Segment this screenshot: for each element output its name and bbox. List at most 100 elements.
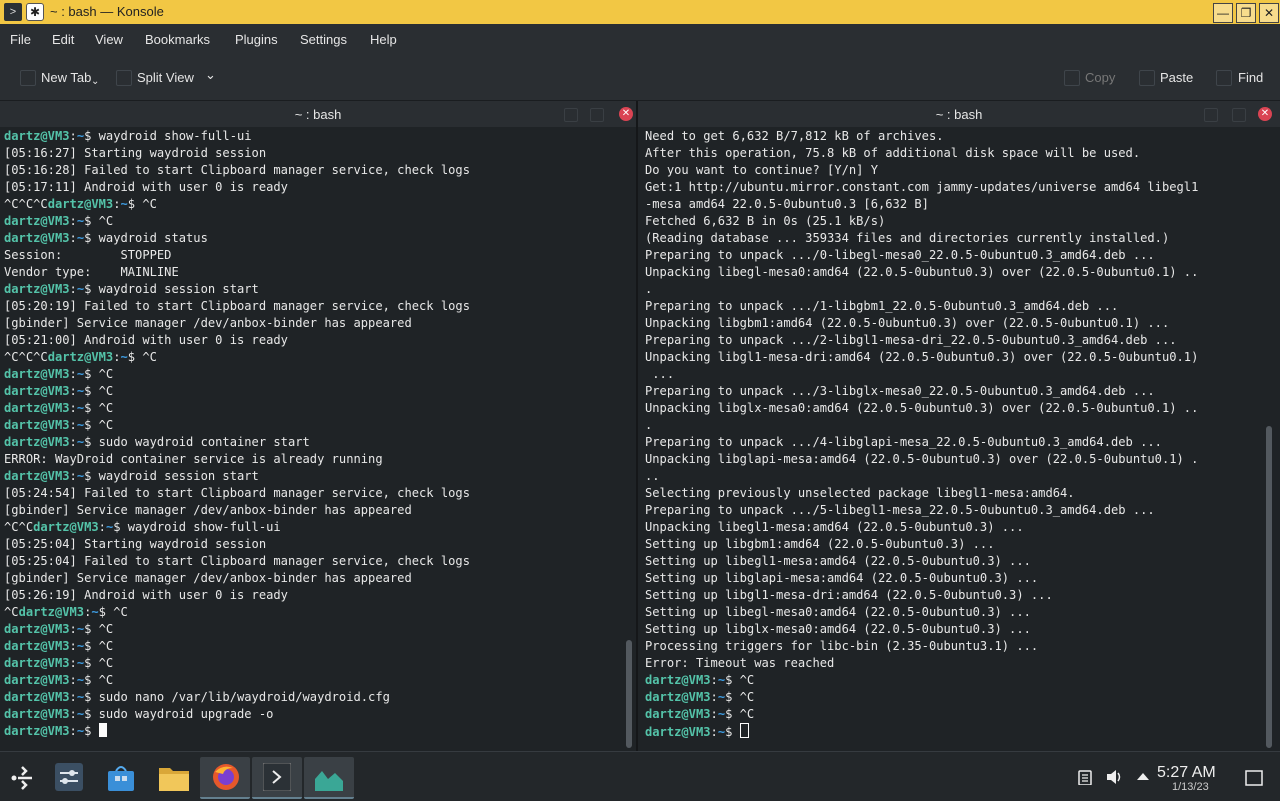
prompt-user: dartz@VM3 xyxy=(4,469,70,483)
split-view-button[interactable]: Split View xyxy=(137,70,194,85)
prompt-path: ~ xyxy=(91,605,99,619)
left-scrollbar[interactable] xyxy=(626,640,632,748)
firefox-task[interactable] xyxy=(200,757,250,799)
terminal-line: Get:1 http://ubuntu.mirror.constant.com … xyxy=(645,180,1199,194)
prompt-user: dartz@VM3 xyxy=(4,129,70,143)
settings-icon xyxy=(55,763,83,791)
terminal-line: -mesa amd64 22.0.5-0ubuntu0.3 [6,632 B] xyxy=(645,197,929,211)
prompt-user: dartz@VM3 xyxy=(4,401,70,415)
terminal-line: dartz@VM3:~$ xyxy=(4,723,470,740)
left-pane-close-icon[interactable]: ✕ xyxy=(619,107,633,121)
left-terminal[interactable]: dartz@VM3:~$ waydroid show-full-ui [05:16… xyxy=(0,128,636,750)
maximize-icon[interactable]: ❐ xyxy=(1236,3,1256,23)
prompt-path: ~ xyxy=(76,384,85,398)
prompt-user: dartz@VM3 xyxy=(4,724,70,738)
prompt-path: ~ xyxy=(76,129,85,143)
terminal-line: ^Cdartz@VM3:~$ ^C xyxy=(4,605,128,619)
prompt-path: ~ xyxy=(76,367,85,381)
prompt-path: ~ xyxy=(76,656,85,670)
prompt-user: dartz@VM3 xyxy=(4,367,70,381)
terminal-line: [05:26:19] Android with user 0 is ready xyxy=(4,588,288,602)
terminal-line: dartz@VM3:~$ ^C xyxy=(4,656,114,670)
menu-edit[interactable]: Edit xyxy=(52,32,74,47)
terminal-line: Fetched 6,632 B in 0s (25.1 kB/s) xyxy=(645,214,886,228)
app-launcher-icon[interactable] xyxy=(8,764,36,792)
terminal-line: dartz@VM3:~$ sudo waydroid container sta… xyxy=(4,435,310,449)
terminal-line: Setting up libegl-mesa0:amd64 (22.0.5-0u… xyxy=(645,605,1031,619)
chevron-down-icon[interactable]: ⌄ xyxy=(205,67,216,83)
prompt-path: ~ xyxy=(120,197,128,211)
clock-time[interactable]: 5:27 AM xyxy=(1157,764,1216,782)
terminal-line: dartz@VM3:~$ xyxy=(645,723,1198,741)
right-scrollbar[interactable] xyxy=(1266,426,1272,748)
prompt-user: dartz@VM3 xyxy=(4,707,70,721)
paste-button[interactable]: Paste xyxy=(1160,70,1193,85)
clock-date[interactable]: 1/13/23 xyxy=(1172,781,1209,793)
menu-view[interactable]: View xyxy=(95,32,123,47)
right-pane-close-icon[interactable]: ✕ xyxy=(1258,107,1272,121)
pin-icon[interactable]: ✱ xyxy=(26,3,44,21)
left-pane-title: ~ : bash xyxy=(294,107,342,122)
prompt-path: ~ xyxy=(76,622,85,636)
prompt-path: ~ xyxy=(76,690,85,704)
prompt-path: ~ xyxy=(76,418,85,432)
prompt-user: dartz@VM3 xyxy=(47,350,114,364)
prompt-user: dartz@VM3 xyxy=(4,384,70,398)
system-monitor-task[interactable] xyxy=(304,757,354,799)
menu-bookmarks[interactable]: Bookmarks xyxy=(145,32,210,47)
window-title: ~ : bash — Konsole xyxy=(50,4,164,19)
terminal-line: Preparing to unpack .../1-libgbm1_22.0.5… xyxy=(645,299,1119,313)
terminal-line: Preparing to unpack .../2-libgl1-mesa-dr… xyxy=(645,333,1177,347)
prompt-path: ~ xyxy=(76,724,85,738)
discover-icon xyxy=(108,766,134,791)
menu-help[interactable]: Help xyxy=(370,32,397,47)
terminal-line: dartz@VM3:~$ ^C xyxy=(645,673,755,687)
konsole-task-icon xyxy=(263,763,291,791)
prompt-path: ~ xyxy=(76,469,85,483)
minimize-icon[interactable]: — xyxy=(1213,3,1233,23)
right-pane-action-icon[interactable] xyxy=(1204,108,1218,122)
find-button[interactable]: Find xyxy=(1238,70,1263,85)
prompt-user: dartz@VM3 xyxy=(4,282,70,296)
prompt-path: ~ xyxy=(717,673,726,687)
terminal-line: dartz@VM3:~$ ^C xyxy=(4,384,114,398)
konsole-task[interactable] xyxy=(252,757,302,799)
menu-settings[interactable]: Settings xyxy=(300,32,347,47)
copy-button[interactable]: Copy xyxy=(1085,70,1115,85)
konsole-icon[interactable]: > xyxy=(4,3,22,21)
right-pane-title: ~ : bash xyxy=(935,107,983,122)
terminal-line: [gbinder] Service manager /dev/anbox-bin… xyxy=(4,503,412,517)
terminal-line: . xyxy=(645,418,653,432)
files-task[interactable] xyxy=(148,757,198,797)
menu-plugins[interactable]: Plugins xyxy=(235,32,278,47)
title-bar: > ✱ ~ : bash — Konsole — ❐ ✕ xyxy=(0,0,1280,24)
terminal-line: [gbinder] Service manager /dev/anbox-bin… xyxy=(4,316,412,330)
menu-file[interactable]: File xyxy=(10,32,31,47)
volume-icon[interactable] xyxy=(1106,769,1124,785)
text-cursor xyxy=(98,723,107,737)
tray-expand-icon[interactable] xyxy=(1137,772,1149,780)
prompt-user: dartz@VM3 xyxy=(4,656,70,670)
clipboard-icon[interactable] xyxy=(1078,769,1092,785)
terminal-line: Do you want to continue? [Y/n] Y xyxy=(645,163,878,177)
right-terminal[interactable]: Need to get 6,632 B/7,812 kB of archives… xyxy=(638,128,1280,750)
right-pane-action-icon[interactable] xyxy=(1232,108,1246,122)
discover-task[interactable] xyxy=(96,757,146,797)
left-pane-action-icon[interactable] xyxy=(590,108,604,122)
right-pane-header: ~ : bash ✕ xyxy=(638,101,1280,127)
paste-icon xyxy=(1139,70,1155,86)
new-tab-dropdown-icon[interactable]: ⌄ xyxy=(91,76,99,87)
text-cursor xyxy=(739,723,749,738)
terminal-line: After this operation, 75.8 kB of additio… xyxy=(645,146,1141,160)
prompt-path: ~ xyxy=(717,690,726,704)
terminal-line: [05:16:27] Starting waydroid session xyxy=(4,146,267,160)
settings-task[interactable] xyxy=(44,757,94,797)
prompt-user: dartz@VM3 xyxy=(4,622,70,636)
new-tab-button[interactable]: New Tab xyxy=(41,70,91,85)
close-icon[interactable]: ✕ xyxy=(1259,3,1279,23)
terminal-line: Preparing to unpack .../3-libglx-mesa0_2… xyxy=(645,384,1155,398)
right-terminal-output: Need to get 6,632 B/7,812 kB of archives… xyxy=(645,128,1198,741)
left-pane-action-icon[interactable] xyxy=(564,108,578,122)
show-desktop-icon[interactable] xyxy=(1245,770,1263,786)
terminal-line: dartz@VM3:~$ ^C xyxy=(4,418,114,432)
